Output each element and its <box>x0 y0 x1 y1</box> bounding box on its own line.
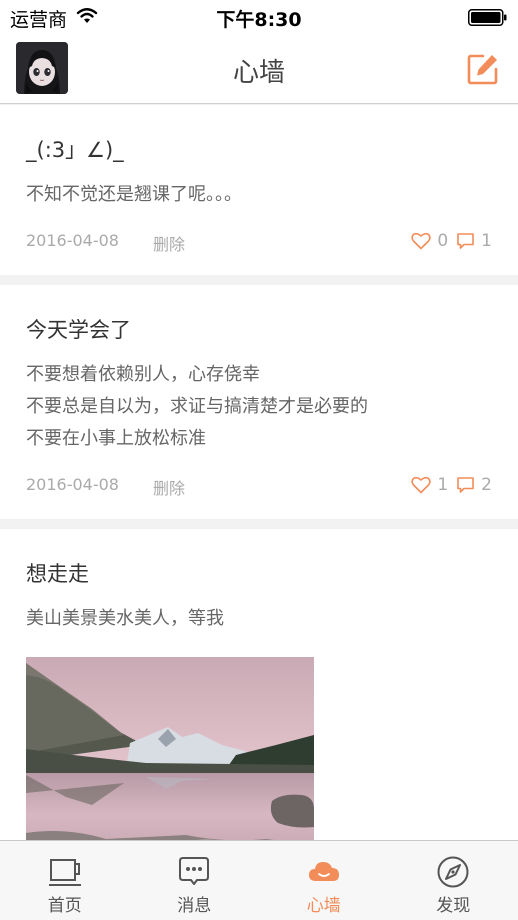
tab-label: 心墙 <box>306 896 341 916</box>
like-count: 0 <box>437 231 449 251</box>
post-body-line: 不知不觉还是翘课了呢。。。 <box>26 184 242 205</box>
post-body: 美山美景美水美人，等我 <box>26 603 492 635</box>
post-date: 2016-04-08 <box>26 231 119 250</box>
compose-icon[interactable] <box>466 52 500 86</box>
post-body-line: 不要想着依赖别人，心存侥幸 <box>26 364 260 385</box>
post-title: _(:3」∠)_ <box>26 138 124 162</box>
post-title: 今天学会了 <box>26 318 131 342</box>
tab-heart-wall[interactable]: 心墙 <box>259 841 389 920</box>
compass-icon <box>437 856 469 888</box>
post-stats: 0 1 <box>411 231 492 251</box>
status-bar: 运营商 下午8:30 <box>0 0 518 34</box>
post-body-line: 不要总是自以为，求证与搞清楚才是必要的 <box>26 396 368 417</box>
battery-icon <box>468 9 507 26</box>
heart-icon[interactable] <box>411 232 432 250</box>
post-card[interactable]: _(:3」∠)_ 不知不觉还是翘课了呢。。。 2016-04-08 删除 0 1 <box>0 105 518 275</box>
like-count: 1 <box>437 475 449 495</box>
delete-button[interactable]: 删除 <box>153 475 185 499</box>
tab-label: 发现 <box>436 896 471 916</box>
comment-count: 1 <box>481 231 492 251</box>
page-title: 心墙 <box>232 58 285 88</box>
tab-label: 首页 <box>47 896 82 916</box>
post-footer: 2016-04-08 删除 0 1 <box>26 211 492 275</box>
nav-bar: 心墙 <box>0 34 518 104</box>
delete-button[interactable]: 删除 <box>153 231 185 255</box>
post-stats: 1 2 <box>411 475 492 495</box>
tab-label: 消息 <box>177 896 212 916</box>
post-title: 想走走 <box>26 562 89 586</box>
tab-messages[interactable]: 消息 <box>130 841 260 920</box>
heart-icon[interactable] <box>411 476 432 494</box>
post-body-line: 不要在小事上放松标准 <box>26 428 206 449</box>
tab-bar: 首页 消息 心墙 发现 <box>0 840 518 920</box>
post-body: 不知不觉还是翘课了呢。。。 <box>26 179 492 211</box>
lake-mountain-photo <box>26 657 314 840</box>
tab-home[interactable]: 首页 <box>0 841 130 920</box>
comment-icon[interactable] <box>456 232 475 250</box>
post-body-line: 美山美景美水美人，等我 <box>26 608 224 629</box>
cup-icon <box>48 859 81 886</box>
comment-icon[interactable] <box>456 476 475 494</box>
post-card[interactable]: 想走走 美山美景美水美人，等我 <box>0 529 518 840</box>
post-body: 不要想着依赖别人，心存侥幸 不要总是自以为，求证与搞清楚才是必要的 不要在小事上… <box>26 359 492 455</box>
tab-discover[interactable]: 发现 <box>389 841 518 920</box>
cloud-icon <box>308 862 339 881</box>
chat-bubble-icon <box>179 857 210 885</box>
post-card[interactable]: 今天学会了 不要想着依赖别人，心存侥幸 不要总是自以为，求证与搞清楚才是必要的 … <box>0 285 518 519</box>
comment-count: 2 <box>481 475 492 495</box>
post-feed[interactable]: _(:3」∠)_ 不知不觉还是翘课了呢。。。 2016-04-08 删除 0 1… <box>0 105 518 840</box>
post-date: 2016-04-08 <box>26 475 119 494</box>
post-footer: 2016-04-08 删除 1 2 <box>26 455 492 519</box>
post-photo[interactable] <box>26 657 314 840</box>
status-time: 下午8:30 <box>216 9 302 31</box>
